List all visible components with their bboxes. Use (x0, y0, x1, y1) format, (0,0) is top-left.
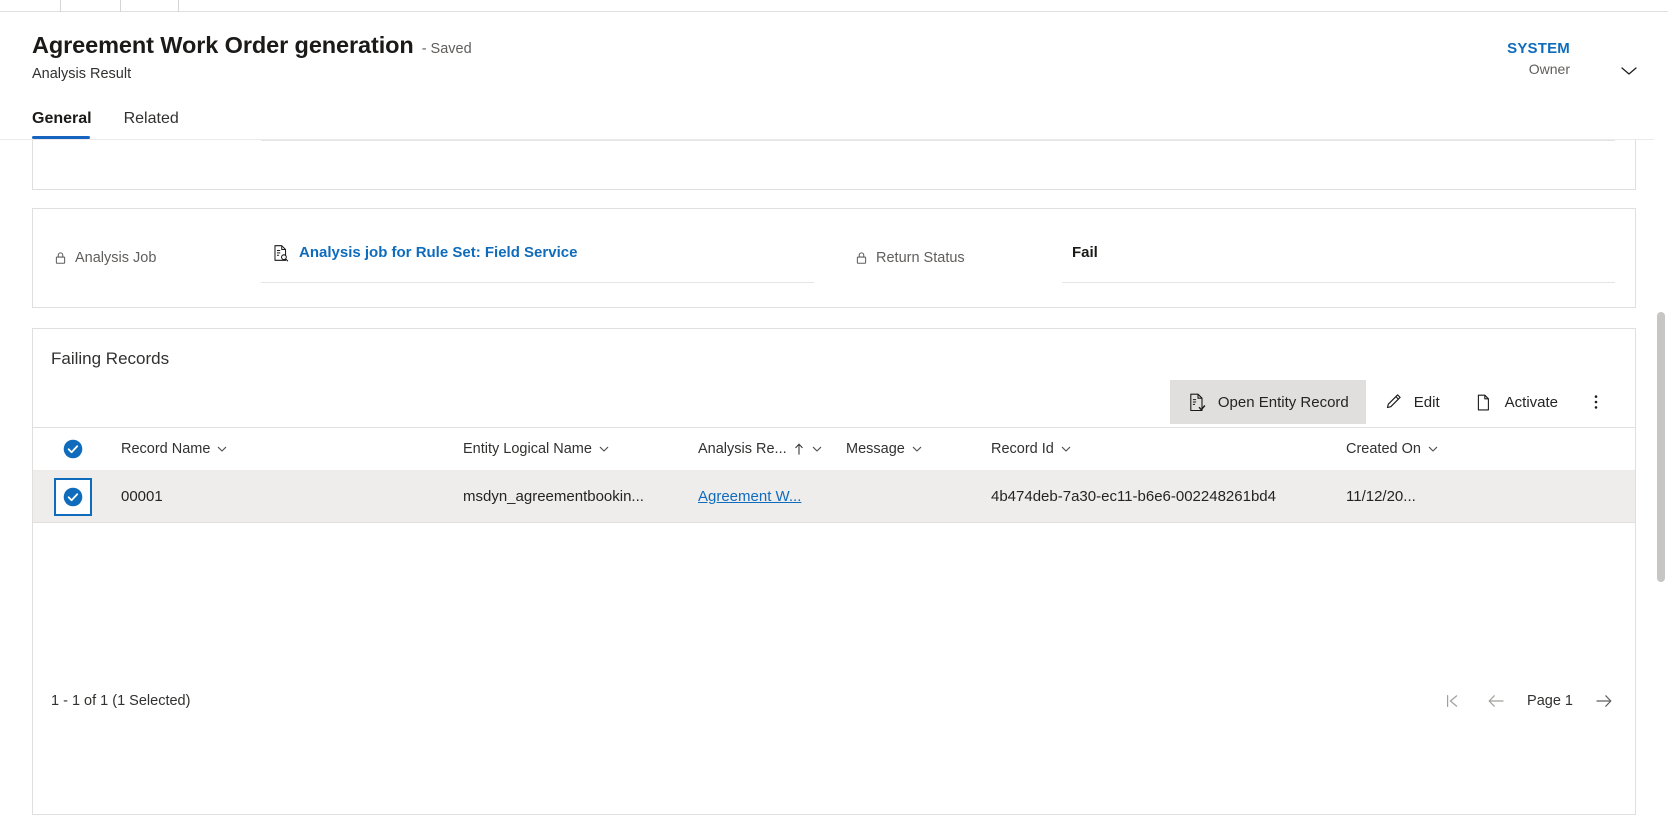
entity-name-subtitle: Analysis Result (32, 66, 132, 82)
document-search-icon (271, 243, 290, 263)
column-header-entity-logical-name-label: Entity Logical Name (463, 441, 592, 457)
sort-ascending-icon (793, 442, 805, 456)
edit-button[interactable]: Edit (1366, 380, 1457, 424)
tab-general[interactable]: General (32, 110, 102, 139)
analysis-job-value-wrap[interactable]: Analysis job for Rule Set: Field Service (261, 223, 814, 283)
owner-label: Owner (1528, 60, 1570, 77)
tab-separator (60, 0, 61, 12)
chevron-down-icon (1060, 443, 1072, 455)
table-empty-space (33, 523, 1635, 675)
analysis-job-label: Analysis Job (53, 250, 261, 266)
page-first-icon[interactable] (1439, 688, 1465, 714)
chevron-down-icon (1427, 443, 1439, 455)
column-header-entity-logical-name[interactable]: Entity Logical Name (463, 427, 698, 471)
column-header-message-label: Message (846, 441, 905, 457)
open-entity-record-icon (1187, 392, 1207, 413)
title-block: Agreement Work Order generation - Saved … (32, 30, 472, 83)
section-general-info: Help Link https://go.microsoft.com/fwlin… (32, 140, 1636, 190)
chevron-down-icon (911, 443, 923, 455)
owner-field[interactable]: SYSTEM Owner (1507, 40, 1570, 78)
table-header-row: Record Name Entity Logical Name Analysis… (33, 427, 1635, 471)
column-header-record-name-label: Record Name (121, 441, 211, 457)
return-status-label: Return Status (854, 250, 1062, 266)
form-page: Agreement Work Order generation - Saved … (0, 12, 1668, 831)
open-entity-record-button[interactable]: Open Entity Record (1169, 380, 1366, 424)
field-analysis-job: Analysis Job Analysis job for Rule Set: … (33, 209, 834, 307)
arrow-right-icon[interactable] (1591, 688, 1617, 714)
analysis-job-label-text: Analysis Job (75, 250, 157, 266)
save-state-text: - Saved (421, 41, 472, 57)
cell-message (846, 471, 991, 523)
pagination-controls: Page 1 (1439, 688, 1617, 714)
return-status-value: Fail (1072, 244, 1098, 261)
column-header-analysis-result-label: Analysis Re... (698, 441, 787, 457)
column-header-created-on[interactable]: Created On (1346, 427, 1546, 471)
select-all-checkbox[interactable] (33, 438, 113, 460)
form-body-scroll-area: Help Link https://go.microsoft.com/fwlin… (0, 140, 1668, 831)
vertical-scrollbar[interactable] (1654, 12, 1668, 831)
cell-created-on: 11/12/20... (1346, 488, 1416, 505)
column-header-record-name[interactable]: Record Name (113, 427, 463, 471)
form-tabs: General Related (32, 110, 201, 139)
column-header-record-id-label: Record Id (991, 441, 1054, 457)
lock-icon (53, 250, 68, 266)
pencil-icon (1383, 392, 1403, 412)
cell-record-id: 4b474deb-7a30-ec11-b6e6-002248261bd4 (991, 488, 1276, 505)
activate-label: Activate (1504, 393, 1558, 411)
activate-button[interactable]: Activate (1457, 380, 1575, 424)
page-activate-icon (1474, 392, 1494, 413)
return-status-label-text: Return Status (876, 250, 965, 266)
lock-icon (854, 250, 869, 266)
row-checkbox[interactable] (54, 477, 92, 516)
chevron-down-icon (598, 443, 610, 455)
help-link-value-wrap[interactable]: https://go.microsoft.com/fwlink/?linkid=… (261, 140, 1615, 141)
return-status-value-wrap[interactable]: Fail (1062, 223, 1615, 283)
row-checkbox-cell (33, 477, 113, 516)
section-analysis-job: Analysis Job Analysis job for Rule Set: … (32, 208, 1636, 308)
record-count-text: 1 - 1 of 1 (1 Selected) (51, 693, 191, 709)
page-title: Agreement Work Order generation (32, 32, 414, 58)
subgrid-footer: 1 - 1 of 1 (1 Selected) Page 1 (33, 675, 1635, 727)
field-row-help-link: Help Link https://go.microsoft.com/fwlin… (33, 140, 1635, 141)
scrollbar-thumb[interactable] (1657, 312, 1665, 582)
browser-tab-strip (0, 0, 1668, 12)
more-vertical-icon[interactable] (1575, 380, 1617, 424)
subgrid-title: Failing Records (51, 349, 170, 368)
cell-record-name[interactable]: 00001 (113, 471, 463, 523)
column-header-created-on-label: Created On (1346, 441, 1421, 457)
column-header-analysis-result[interactable]: Analysis Re... (698, 427, 846, 471)
tab-general-label: General (32, 110, 92, 127)
page-label: Page 1 (1527, 693, 1573, 709)
chevron-down-icon (811, 443, 823, 455)
field-return-status: Return Status Fail (834, 209, 1635, 307)
owner-name[interactable]: SYSTEM (1507, 40, 1570, 59)
tab-separator (178, 0, 179, 12)
form-header: Agreement Work Order generation - Saved … (0, 12, 1668, 140)
tab-related[interactable]: Related (114, 110, 189, 139)
subgrid-table: Record Name Entity Logical Name Analysis… (33, 427, 1635, 675)
tab-separator (120, 0, 121, 12)
chevron-down-icon (216, 443, 228, 455)
tab-related-label: Related (123, 110, 179, 127)
chevron-down-icon[interactable] (1612, 54, 1646, 88)
column-header-message[interactable]: Message (846, 427, 991, 471)
analysis-job-value[interactable]: Analysis job for Rule Set: Field Service (299, 244, 577, 261)
column-header-record-id[interactable]: Record Id (991, 427, 1346, 471)
subgrid-failing-records: Failing Records Open Entity Record Edit … (32, 328, 1636, 815)
table-row[interactable]: 00001 msdyn_agreementbookin... Agreement… (33, 471, 1635, 523)
cell-entity-logical-name: msdyn_agreementbookin... (463, 488, 644, 505)
subgrid-command-bar: Open Entity Record Edit Activate (33, 377, 1635, 427)
arrow-left-icon[interactable] (1483, 688, 1509, 714)
edit-label: Edit (1413, 393, 1440, 411)
open-entity-record-label: Open Entity Record (1217, 393, 1349, 411)
cell-analysis-result[interactable]: Agreement W... (698, 471, 846, 523)
